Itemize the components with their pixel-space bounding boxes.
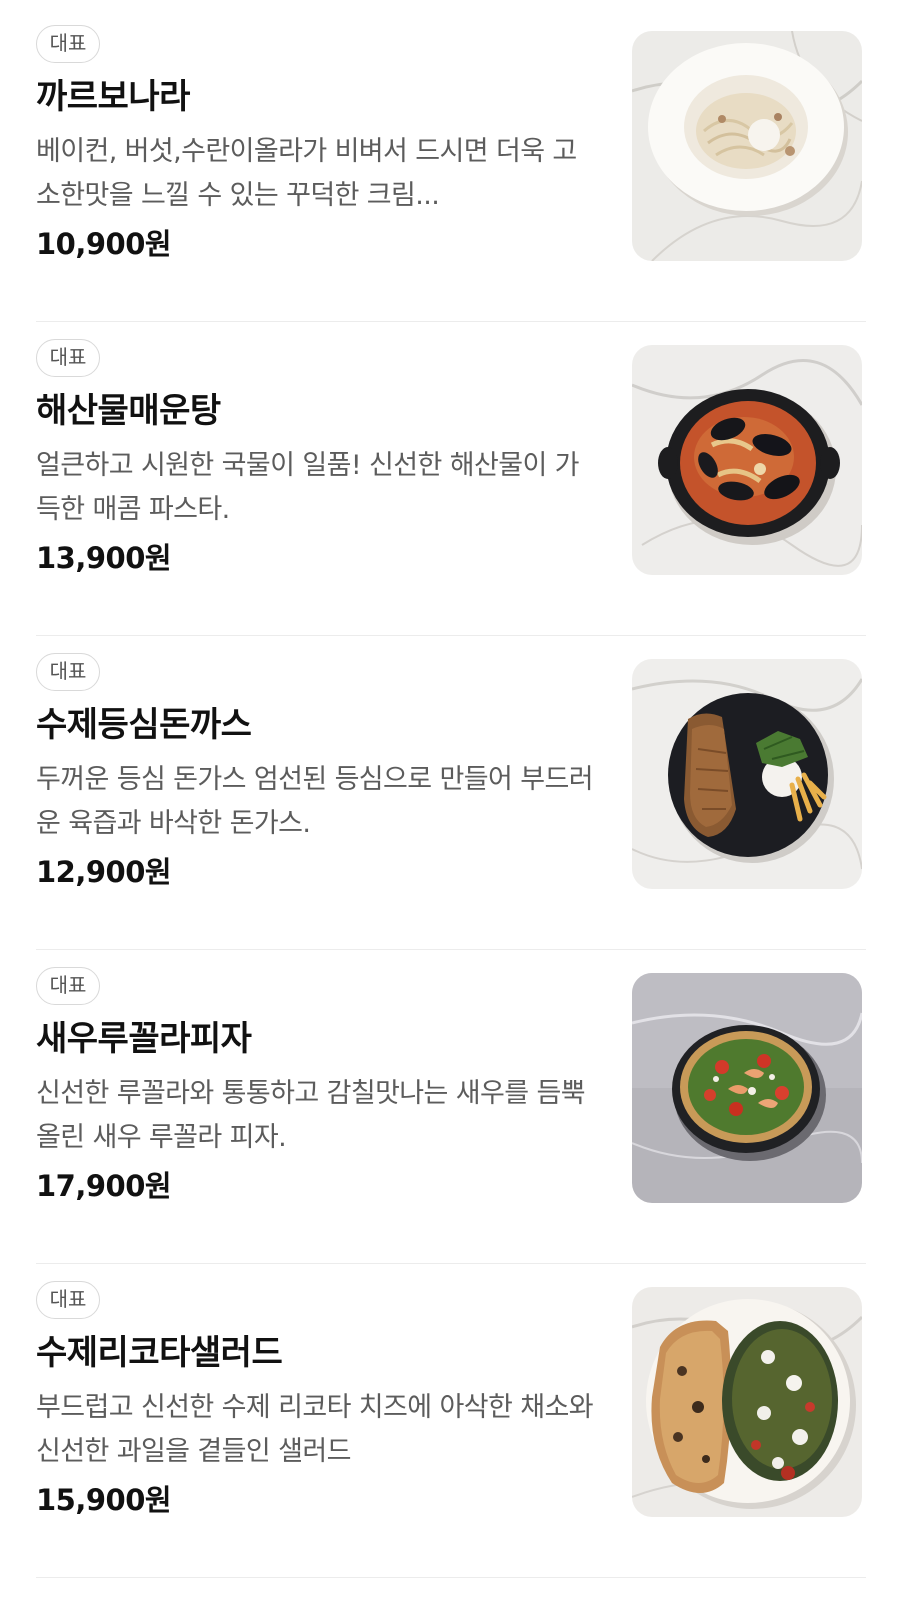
menu-item-price: 17,900원 [36,1169,172,1203]
menu-item-pork-cutlet[interactable]: 대표 수제등심돈까스 두꺼운 등심 돈가스 엄선된 등심으로 만들어 부드러운 … [36,628,866,950]
signature-badge: 대표 [36,25,100,63]
signature-badge: 대표 [36,653,100,691]
menu-item-shrimp-arugula-pizza[interactable]: 대표 새우루꼴라피자 신선한 루꼴라와 통통하고 감칠맛나는 새우를 듬뿍 올린… [36,942,866,1264]
menu-item-seafood-stew[interactable]: 대표 해산물매운탕 얼큰하고 시원한 국물이 일품! 신선한 해산물이 가득한 … [36,314,866,636]
menu-item-ricotta-salad[interactable]: 대표 수제리코타샐러드 부드럽고 신선한 수제 리코타 치즈에 아삭한 채소와 … [36,1256,866,1578]
menu-item-price: 12,900원 [36,855,172,889]
menu-item-description: 두꺼운 등심 돈가스 엄선된 등심으로 만들어 부드러운 육즙과 바삭한 돈가스… [36,764,594,839]
pork-cutlet-photo[interactable] [632,659,862,889]
menu-item-name: 수제등심돈까스 [36,705,252,745]
ricotta-salad-photo[interactable] [632,1287,862,1517]
menu-item-carbonara[interactable]: 대표 까르보나라 베이컨, 버섯,수란이올라가 비벼서 드시면 더욱 고소한맛을… [36,0,866,322]
seafood-stew-photo[interactable] [632,345,862,575]
menu-item-price: 15,900원 [36,1483,172,1517]
menu-list: 대표 까르보나라 베이컨, 버섯,수란이올라가 비벼서 드시면 더욱 고소한맛을… [0,0,900,1602]
menu-item-name: 새우루꼴라피자 [36,1019,252,1059]
menu-item-price: 13,900원 [36,541,172,575]
signature-badge: 대표 [36,967,100,1005]
menu-item-description: 얼큰하고 시원한 국물이 일품! 신선한 해산물이 가득한 매콤 파스타. [36,450,580,525]
menu-item-name: 까르보나라 [36,77,190,117]
menu-item-description: 부드럽고 신선한 수제 리코타 치즈에 아삭한 채소와 신선한 과일을 곁들인 … [36,1392,594,1467]
menu-item-name: 해산물매운탕 [36,391,221,431]
menu-item-description: 베이컨, 버섯,수란이올라가 비벼서 드시면 더욱 고소한맛을 느낄 수 있는 … [36,136,577,211]
menu-item-price: 10,900원 [36,227,172,261]
carbonara-photo[interactable] [632,31,862,261]
menu-item-name: 수제리코타샐러드 [36,1333,283,1373]
divider [36,1577,866,1578]
shrimp-arugula-pizza-photo[interactable] [632,973,862,1203]
menu-item-description: 신선한 루꼴라와 통통하고 감칠맛나는 새우를 듬뿍 올린 새우 루꼴라 피자. [36,1078,586,1153]
signature-badge: 대표 [36,1281,100,1319]
signature-badge: 대표 [36,339,100,377]
